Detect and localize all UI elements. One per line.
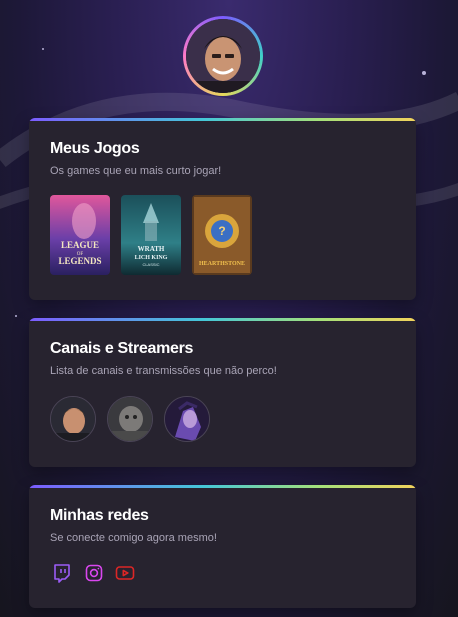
- games-title: Meus Jogos: [50, 140, 140, 157]
- games-subtitle: Os games que eu mais curto jogar!: [50, 165, 222, 177]
- twitch-icon[interactable]: [52, 563, 72, 583]
- svg-text:?: ?: [218, 224, 225, 238]
- game-league-of-legends[interactable]: LEAGUE OF LEGENDS: [50, 195, 110, 275]
- hs-art-line1: HEARTHSTONE: [199, 261, 245, 267]
- profile-avatar[interactable]: [183, 16, 263, 96]
- streamers-title: Canais e Streamers: [50, 340, 194, 357]
- game-wow-wrath[interactable]: WRATH LICH KING CLASSIC: [121, 195, 181, 275]
- games-card: Meus Jogos Os games que eu mais curto jo…: [29, 118, 416, 300]
- streamer-avatar-2[interactable]: [107, 396, 153, 442]
- streamers-subtitle: Lista de canais e transmissões que não p…: [50, 365, 277, 377]
- socials-card: Minhas redes Se conecte comigo agora mes…: [29, 485, 416, 608]
- background-star: [42, 48, 44, 50]
- socials-subtitle: Se conecte comigo agora mesmo!: [50, 532, 217, 544]
- streamer-avatar-1[interactable]: [50, 396, 96, 442]
- youtube-icon[interactable]: [115, 563, 135, 583]
- wow-art-line2: LICH KING: [135, 255, 168, 261]
- wow-art-line3: CLASSIC: [142, 262, 159, 267]
- background-star: [422, 71, 426, 75]
- background-star: [15, 315, 17, 317]
- instagram-icon[interactable]: [84, 563, 104, 583]
- lol-art-line2: LEGENDS: [58, 256, 101, 266]
- game-hearthstone[interactable]: ? HEARTHSTONE: [192, 195, 252, 275]
- wow-art-line1: WRATH: [138, 245, 165, 253]
- avatar-photo: [186, 19, 260, 93]
- lol-art-line1: LEAGUE: [61, 240, 99, 250]
- socials-title: Minhas redes: [50, 507, 149, 524]
- streamers-card: Canais e Streamers Lista de canais e tra…: [29, 318, 416, 467]
- streamer-avatar-3[interactable]: [164, 396, 210, 442]
